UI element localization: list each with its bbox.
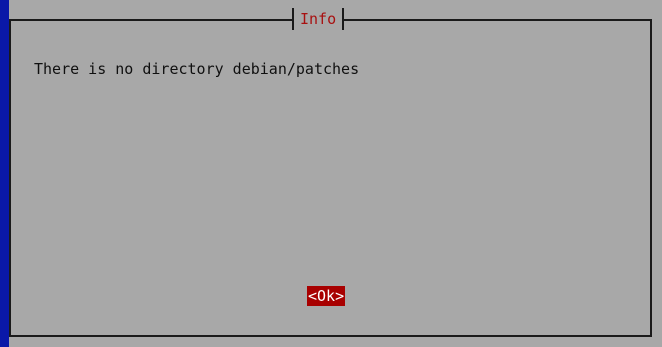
dialog-title: Info (292, 8, 345, 30)
terminal-screen: Info There is no directory debian/patche… (0, 0, 662, 347)
terminal-background (0, 0, 9, 347)
dialog-message: There is no directory debian/patches (34, 60, 360, 78)
ok-button[interactable]: <Ok> (307, 286, 346, 306)
